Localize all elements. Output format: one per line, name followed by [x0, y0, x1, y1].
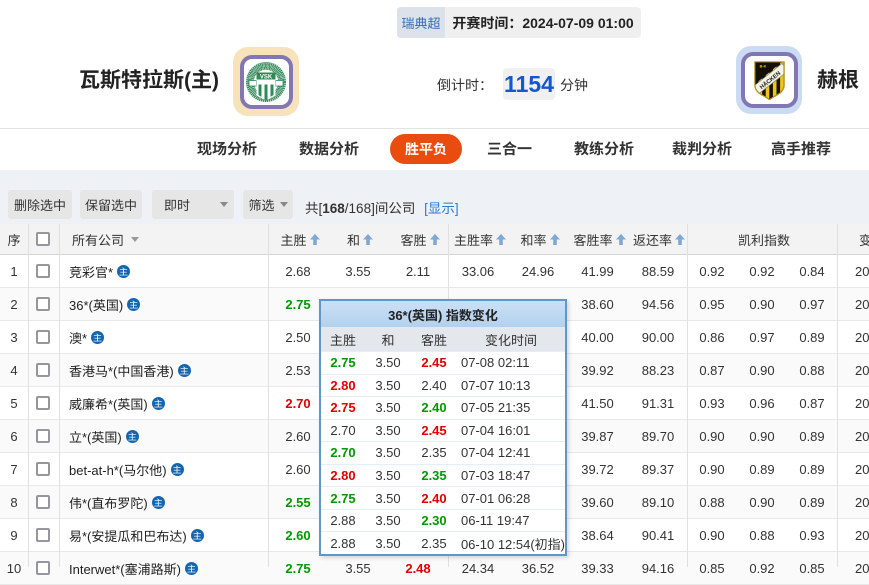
svg-text:B-K: B-K	[759, 64, 766, 68]
